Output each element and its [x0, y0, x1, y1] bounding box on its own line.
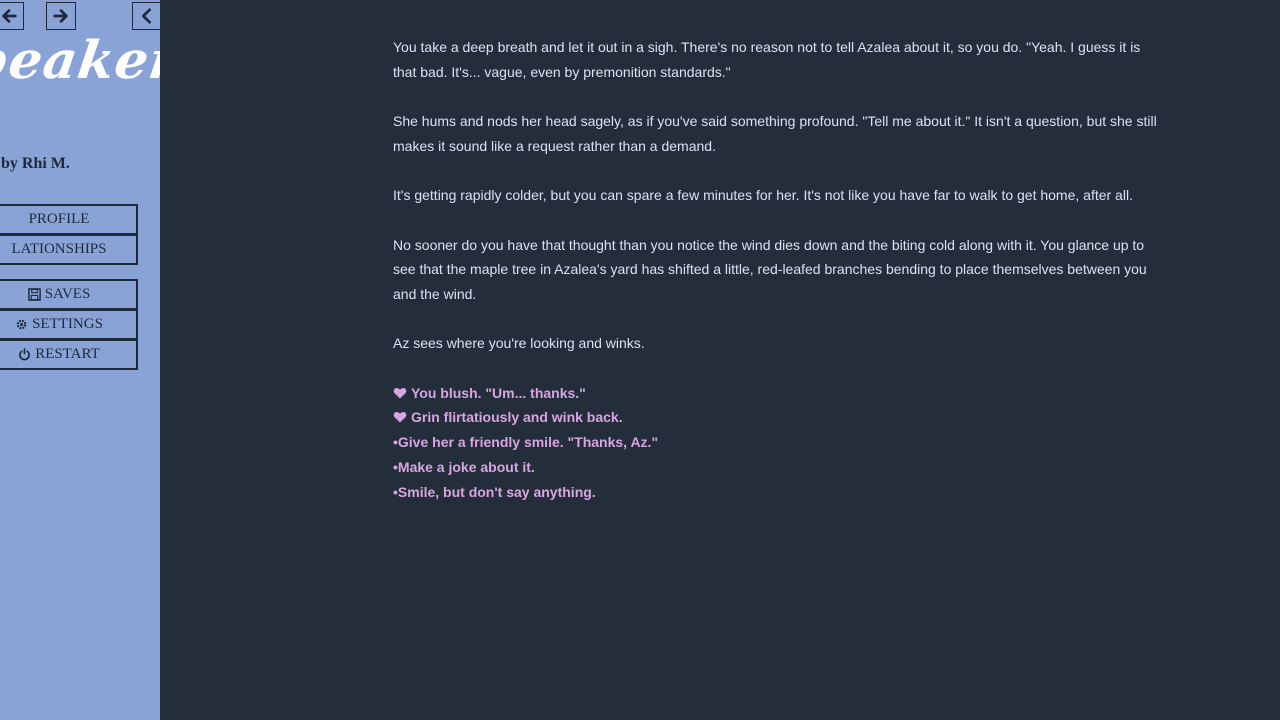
choice-label: Grin flirtatiously and wink back.: [411, 409, 623, 426]
settings-button[interactable]: SETTINGS: [0, 309, 138, 340]
relationships-button[interactable]: LATIONSHIPS: [0, 234, 138, 265]
choice-link-grin[interactable]: Grin flirtatiously and wink back.: [393, 405, 1163, 430]
story-paragraph: She hums and nods her head sagely, as if…: [393, 113, 1157, 154]
story-passage: You take a deep breath and let it out in…: [393, 35, 1163, 504]
author-credit: by Rhi M.: [1, 155, 70, 172]
choice-link-blush[interactable]: You blush. "Um... thanks.": [393, 381, 1163, 406]
restart-button[interactable]: RESTART: [0, 339, 138, 370]
choice-label: You blush. "Um... thanks.": [411, 384, 586, 401]
gear-icon: [16, 319, 27, 330]
restart-label: RESTART: [35, 346, 100, 362]
arrow-left-icon: [2, 9, 17, 23]
saves-label: SAVES: [44, 286, 91, 302]
story-paragraph: Az sees where you're looking and winks.: [393, 335, 645, 352]
collapse-sidebar-button[interactable]: [132, 2, 160, 30]
profile-button[interactable]: PROFILE: [0, 204, 138, 235]
choice-list: You blush. "Um... thanks." Grin flirtati…: [393, 381, 1163, 505]
forward-button[interactable]: [46, 2, 76, 30]
arrow-right-icon: [53, 9, 68, 23]
settings-label: SETTINGS: [32, 316, 103, 332]
choice-link-smile-silent[interactable]: •Smile, but don't say anything.: [393, 480, 1163, 505]
chevron-left-icon: [142, 8, 152, 24]
story-paragraph: No sooner do you have that thought than …: [393, 236, 1147, 302]
story-paragraph: It's getting rapidly colder, but you can…: [393, 187, 1133, 204]
choice-link-joke[interactable]: •Make a joke about it.: [393, 455, 1163, 480]
back-button[interactable]: [0, 2, 24, 30]
story-title: beaker: [0, 30, 160, 91]
power-icon: [19, 348, 31, 361]
sidebar: beaker by Rhi M. PROFILE LATIONSHIPS SAV…: [0, 0, 160, 720]
relationships-label: LATIONSHIPS: [11, 241, 107, 257]
choice-link-friendly-smile[interactable]: •Give her a friendly smile. "Thanks, Az.…: [393, 430, 1163, 455]
heart-icon: [393, 412, 407, 423]
saves-button[interactable]: SAVES: [0, 279, 138, 310]
profile-label: PROFILE: [28, 211, 90, 227]
heart-icon: [393, 387, 407, 399]
floppy-disk-icon: [27, 288, 41, 301]
story-paragraph: You take a deep breath and let it out in…: [393, 39, 1141, 80]
